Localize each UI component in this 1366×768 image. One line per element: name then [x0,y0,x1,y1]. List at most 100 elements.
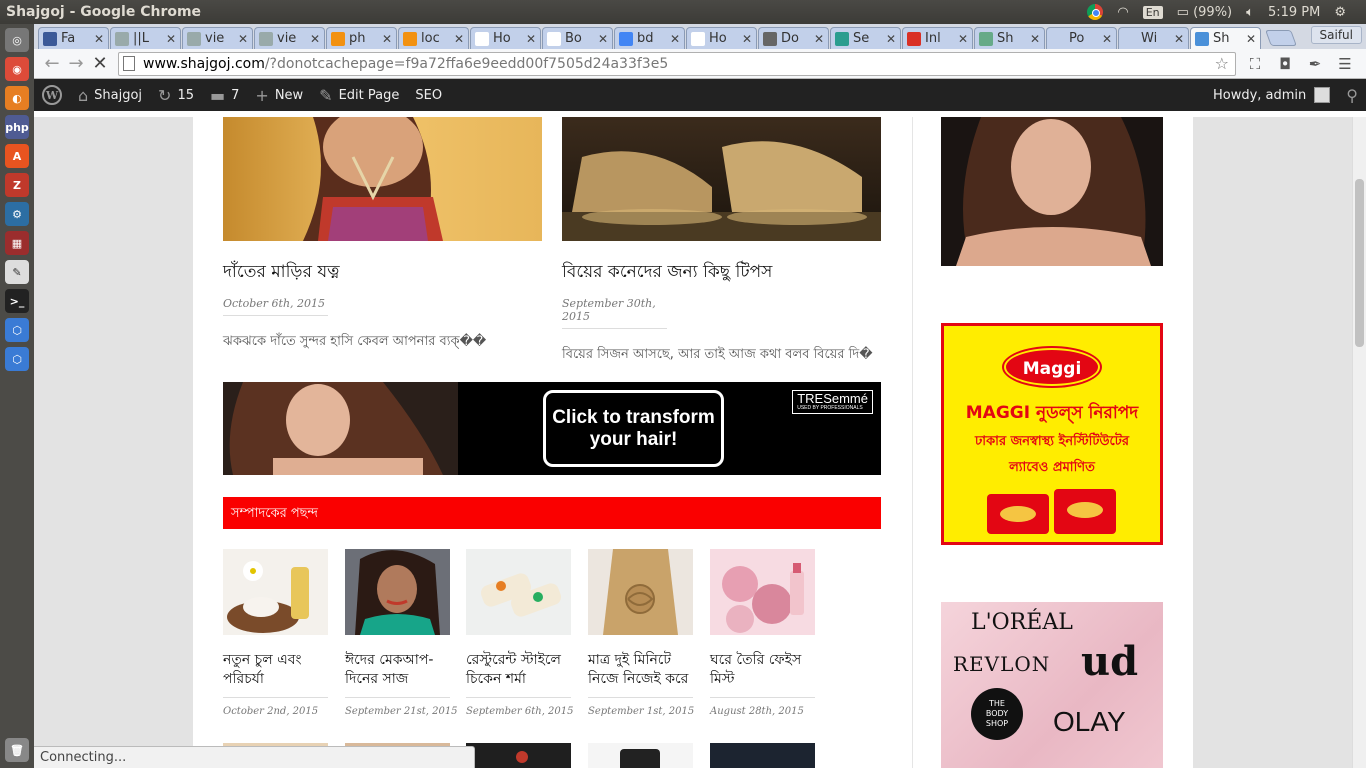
settings-gear-icon[interactable]: ⚙ [1334,5,1346,20]
seo-menu[interactable]: SEO [407,79,450,111]
battery-indicator[interactable]: ▭ (99%) [1177,5,1232,20]
browser-tab[interactable]: Bo ✕ [542,27,613,49]
editors-pick-card[interactable]: ঘরে তৈরি ফেইস মিস্ট August 28th, 2015 [710,549,815,717]
virtualbox-icon-1[interactable]: ⬡ [5,318,29,342]
card-title[interactable]: ঘরে তৈরি ফেইস মিস্ট [710,651,815,689]
tresemme-banner-ad[interactable]: Click to transform your hair! TRESemmé U… [223,382,881,475]
close-tab-icon[interactable]: ✕ [526,32,536,46]
tresemme-sidebar-ad[interactable] [941,117,1163,266]
browser-tab[interactable]: Fa ✕ [38,27,109,49]
editors-pick-card[interactable]: নতুন চুল এবং পরিচর্যা October 2nd, 2015 [223,549,328,717]
scrollbar-thumb[interactable] [1355,179,1364,347]
browser-tab[interactable]: Ho ✕ [686,27,757,49]
browser-tab[interactable]: Inl ✕ [902,27,973,49]
card-thumbnail[interactable] [588,743,693,768]
editors-pick-card[interactable]: রেস্টুরেন্ট স্টাইলে চিকেন শর্মা Septembe… [466,549,574,717]
close-tab-icon[interactable]: ✕ [94,32,104,46]
close-tab-icon[interactable]: ✕ [454,32,464,46]
browser-tab[interactable]: Se ✕ [830,27,901,49]
card-thumbnail[interactable] [710,549,815,635]
trash-icon[interactable]: 🗑︎ [5,738,29,762]
screenshot-extension-icon[interactable]: ◘ [1270,52,1300,76]
card-thumbnail[interactable] [466,743,571,768]
close-tab-icon[interactable]: ✕ [886,32,896,46]
browser-tab[interactable]: ph ✕ [326,27,397,49]
wp-logo-menu[interactable]: W [34,79,70,111]
address-bar[interactable]: www.shajgoj.com/?donotcachepage=f9a72ffa… [118,51,1236,76]
browser-tab[interactable]: vie ✕ [182,27,253,49]
post-title[interactable]: বিয়ের কনেদের জন্য কিছু টিপস [562,259,881,287]
eyedropper-extension-icon[interactable]: ✒ [1300,52,1330,76]
close-tab-icon[interactable]: ✕ [166,32,176,46]
new-content-menu[interactable]: + New [247,79,311,111]
clock[interactable]: 5:19 PM [1268,5,1320,20]
chrome-menu-icon[interactable]: ☰ [1330,52,1360,76]
browser-tab[interactable]: Wi ✕ [1118,27,1189,49]
back-button[interactable]: ← [40,52,64,76]
filezilla-icon[interactable]: Z [5,173,29,197]
comments-menu[interactable]: ▬ 7 [202,79,247,111]
card-title[interactable]: ঈদের মেকআপ- দিনের সাজ [345,651,450,689]
browser-tab[interactable]: bd ✕ [614,27,685,49]
close-tab-icon[interactable]: ✕ [598,32,608,46]
card-title[interactable]: নতুন চুল এবং পরিচর্যা [223,651,328,689]
admin-search[interactable]: ⚲ [1338,79,1366,111]
browser-tab[interactable]: loc ✕ [398,27,469,49]
post-card[interactable]: দাঁতের মাড়ির যত্ন October 6th, 2015 ঝকঝ… [223,117,542,353]
close-tab-icon[interactable]: ✕ [1246,32,1256,46]
my-account-menu[interactable]: Howdy, admin [1205,79,1338,111]
wifi-icon[interactable]: ◠ [1117,5,1128,20]
browser-tab[interactable]: Po ✕ [1046,27,1117,49]
software-center-icon[interactable]: A [5,144,29,168]
fullscreen-extension-icon[interactable]: ⛶ [1240,52,1270,76]
stop-button[interactable]: ✕ [88,52,112,76]
card-thumbnail[interactable] [710,743,815,768]
editors-pick-card[interactable]: মাত্র দুই মিনিটে নিজে নিজেই করে Septembe… [588,549,694,717]
dash-home-icon[interactable]: ◎ [5,28,29,52]
post-thumbnail[interactable] [223,117,542,241]
post-card[interactable]: বিয়ের কনেদের জন্য কিছু টিপস September 3… [562,117,881,366]
site-name-menu[interactable]: ⌂ Shajgoj [70,79,150,111]
terminal-icon[interactable]: >_ [5,289,29,313]
beauty-brands-sidebar-ad[interactable]: L'ORÉAL REVLON ud THE BODY SHOP OLAY [941,602,1163,768]
chrome-launcher-icon[interactable]: ◉ [5,57,29,81]
close-tab-icon[interactable]: ✕ [1174,32,1184,46]
close-tab-icon[interactable]: ✕ [670,32,680,46]
chrome-tray-icon[interactable] [1087,4,1104,20]
card-thumbnail[interactable] [345,549,450,635]
profile-button[interactable]: Saiful [1310,26,1362,44]
card-title[interactable]: রেস্টুরেন্ট স্টাইলে চিকেন শর্মা [466,651,571,689]
virtualbox-icon-2[interactable]: ⬡ [5,347,29,371]
post-thumbnail[interactable] [562,117,881,241]
page-scrollbar[interactable] [1352,117,1366,768]
close-tab-icon[interactable]: ✕ [238,32,248,46]
forward-button[interactable]: → [64,52,88,76]
new-tab-button[interactable] [1265,30,1297,46]
close-tab-icon[interactable]: ✕ [742,32,752,46]
card-title[interactable]: মাত্র দুই মিনিটে নিজে নিজেই করে [588,651,693,689]
maggi-sidebar-ad[interactable]: Maggi MAGGI নুডল্স নিরাপদ ঢাকার জনস্বাস্… [941,323,1163,545]
editors-pick-card[interactable]: ঈদের মেকআপ- দিনের সাজ September 21st, 20… [345,549,458,717]
calendar-app-icon[interactable]: ▦ [5,231,29,255]
edit-page-link[interactable]: ✎ Edit Page [311,79,407,111]
bookmark-star-icon[interactable]: ☆ [1215,54,1229,73]
network-tool-icon[interactable]: ⚙ [5,202,29,226]
browser-tab[interactable]: Do ✕ [758,27,829,49]
close-tab-icon[interactable]: ✕ [310,32,320,46]
post-title[interactable]: দাঁতের মাড়ির যত্ন [223,259,542,287]
card-thumbnail[interactable] [223,549,328,635]
close-tab-icon[interactable]: ✕ [1102,32,1112,46]
close-tab-icon[interactable]: ✕ [958,32,968,46]
text-editor-icon[interactable]: ✎ [5,260,29,284]
close-tab-icon[interactable]: ✕ [814,32,824,46]
volume-icon[interactable]: 🔈︎ [1246,5,1254,20]
close-tab-icon[interactable]: ✕ [1030,32,1040,46]
card-thumbnail[interactable] [466,549,571,635]
firefox-launcher-icon[interactable]: ◐ [5,86,29,110]
close-tab-icon[interactable]: ✕ [382,32,392,46]
browser-tab[interactable]: Sh ✕ [1190,27,1261,49]
php-launcher-icon[interactable]: php [5,115,29,139]
keyboard-layout-indicator[interactable]: En [1142,5,1163,19]
card-thumbnail[interactable] [588,549,693,635]
browser-tab[interactable]: Ho ✕ [470,27,541,49]
